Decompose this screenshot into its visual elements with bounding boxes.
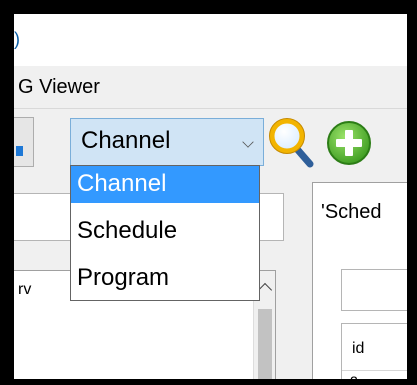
right-text-field[interactable] <box>341 269 407 311</box>
search-button[interactable] <box>266 114 314 168</box>
dropdown-option-channel[interactable]: Channel <box>71 166 259 203</box>
list-item[interactable]: rv <box>18 281 31 299</box>
type-selector-combobox[interactable]: Channel <box>70 118 264 166</box>
plus-icon <box>327 121 371 165</box>
dropdown-option-program[interactable]: Program <box>71 260 259 297</box>
chevron-down-icon <box>242 136 254 148</box>
table-cell: 2 <box>350 373 358 379</box>
title-bar: ) <box>14 14 407 66</box>
table-row[interactable]: 2 <box>342 370 407 379</box>
title-bar-fragment: ) <box>14 29 20 49</box>
window-title-strip: G Viewer <box>14 66 407 109</box>
toolbar-left-button[interactable] <box>14 117 34 167</box>
scrollbar-thumb[interactable] <box>258 309 272 379</box>
type-dropdown-list[interactable]: Channel Schedule Program <box>70 165 260 301</box>
column-header-id[interactable]: id <box>352 340 364 358</box>
add-button[interactable] <box>325 119 373 167</box>
app-window: ) G Viewer Channel rv 'Sched id Channel … <box>14 14 407 379</box>
combobox-value: Channel <box>81 127 171 154</box>
left-button-accent-icon <box>16 146 23 156</box>
dropdown-option-schedule[interactable]: Schedule <box>71 213 259 250</box>
magnifier-icon <box>269 118 314 168</box>
chevron-up-icon[interactable] <box>257 282 273 298</box>
app-title: G Viewer <box>18 76 100 98</box>
data-grid[interactable]: id 2 <box>341 323 407 379</box>
panel-header: 'Sched <box>321 201 382 223</box>
schedule-panel: 'Sched id 2 <box>312 182 407 379</box>
